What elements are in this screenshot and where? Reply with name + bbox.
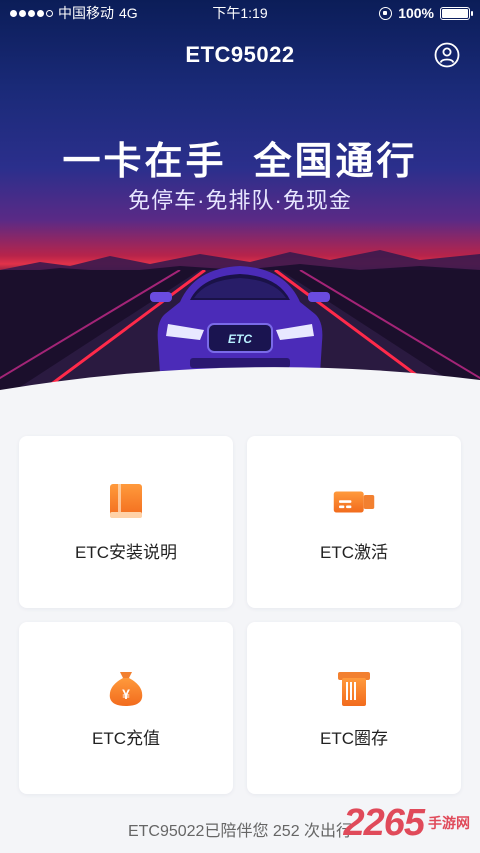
- card-slot-icon: [338, 671, 370, 706]
- recharge-button[interactable]: ¥ ETC充值: [19, 622, 233, 794]
- install-guide-button[interactable]: ETC安装说明: [19, 436, 233, 608]
- status-bar: 中国移动 4G 下午1:19 100%: [0, 0, 480, 26]
- watermark-number: 2265: [343, 801, 425, 844]
- banner-subline: 免停车·免排队·免现金: [128, 188, 352, 213]
- site-watermark: 2265 手游网: [343, 800, 470, 846]
- hero-banner: 中国移动 4G 下午1:19 100% ETC95022 一卡在手 全国通行 免…: [0, 0, 480, 400]
- activate-label: ETC激活: [320, 542, 388, 562]
- clock: 下午1:19: [212, 5, 268, 21]
- rotation-lock-icon: [379, 6, 393, 20]
- battery-icon: [440, 6, 473, 20]
- install-guide-label: ETC安装说明: [75, 542, 177, 562]
- page-title: ETC95022: [185, 42, 295, 67]
- etc-card-icon: [333, 490, 375, 513]
- user-circle-icon[interactable]: [434, 42, 460, 68]
- activate-button[interactable]: ETC激活: [247, 436, 461, 608]
- book-icon: [110, 483, 142, 518]
- deposit-button[interactable]: ETC圈存: [247, 622, 461, 794]
- banner-headline: 一卡在手 全国通行: [62, 141, 418, 183]
- recharge-label: ETC充值: [92, 728, 160, 748]
- hero-curve: [0, 367, 480, 400]
- svg-text:¥: ¥: [122, 686, 130, 702]
- deposit-label: ETC圈存: [320, 728, 388, 748]
- car-plate-text: ETC: [228, 332, 252, 346]
- watermark-site: 手游网: [428, 815, 470, 831]
- money-bag-icon: ¥: [109, 671, 143, 706]
